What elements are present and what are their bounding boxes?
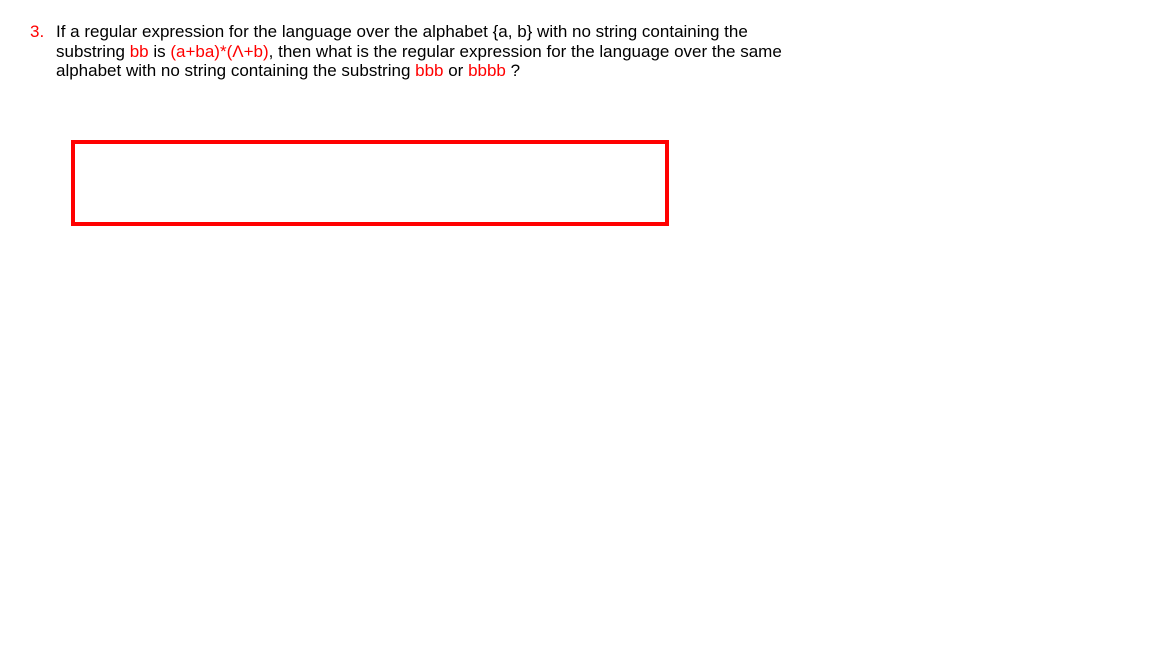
text-part-2: is — [149, 42, 171, 61]
text-red-2: (a+ba)*(Λ+b) — [170, 42, 268, 61]
question-text: If a regular expression for the language… — [56, 22, 795, 81]
text-red-4: bbbb — [468, 61, 506, 80]
answer-box[interactable] — [71, 140, 669, 226]
text-part-4: or — [444, 61, 469, 80]
question-number: 3. — [30, 22, 44, 42]
text-red-3: bbb — [415, 61, 443, 80]
text-red-1: bb — [130, 42, 149, 61]
question-container: 3. If a regular expression for the langu… — [30, 22, 795, 81]
text-part-5: ? — [506, 61, 520, 80]
